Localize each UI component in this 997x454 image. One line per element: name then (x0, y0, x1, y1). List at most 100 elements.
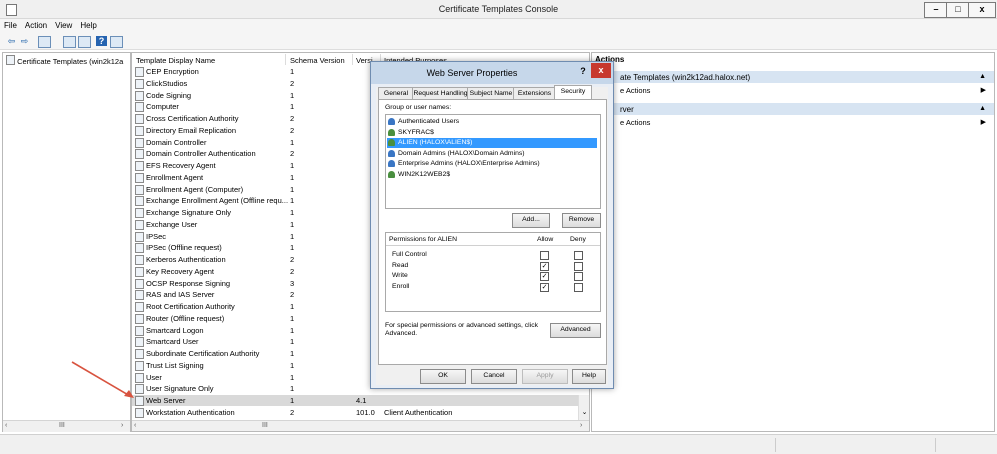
template-name: Enrollment Agent (Computer) (146, 184, 244, 194)
maximize-button[interactable]: □ (946, 2, 970, 18)
template-name: ClickStudios (146, 78, 188, 88)
template-name: OCSP Response Signing (146, 278, 231, 288)
group-list-item[interactable]: ALIEN (HALOX\ALIEN$) (387, 138, 597, 148)
add-button[interactable]: Add... (512, 213, 550, 228)
scroll-left-icon[interactable]: ‹ (134, 422, 136, 429)
back-icon[interactable]: ⇦ (6, 36, 17, 46)
scroll-thumb[interactable]: III (59, 422, 65, 429)
group-list-item[interactable]: SKYFRAC$ (387, 128, 597, 138)
permissions-label: Permissions for ALIEN (389, 236, 457, 243)
allow-checkbox[interactable]: ✓ (540, 261, 549, 271)
deny-checkbox[interactable] (574, 282, 583, 292)
template-name: User (146, 372, 162, 382)
column-header-name[interactable]: Template Display Name (136, 56, 215, 65)
ok-button[interactable]: OK (420, 369, 466, 384)
help-icon[interactable]: ? (96, 36, 107, 46)
template-name: Exchange User (146, 219, 198, 229)
menu-action[interactable]: Action (21, 19, 51, 32)
template-icon (135, 407, 144, 418)
group-list-item[interactable]: Domain Admins (HALOX\Domain Admins) (387, 149, 597, 159)
group-name: ALIEN (HALOX\ALIEN$) (398, 139, 473, 146)
schema-version: 1 (290, 231, 295, 241)
menu-file[interactable]: File (0, 19, 21, 32)
template-icon (135, 172, 144, 183)
template-icon (135, 208, 144, 218)
tree-root[interactable]: Certificate Templates (win2k12a (6, 55, 123, 66)
template-name: Web Server (146, 396, 186, 405)
schema-version: 1 (290, 302, 295, 311)
schema-version: 1 (290, 184, 295, 194)
dialog-body: General Request Handling Subject Name Ex… (376, 85, 608, 385)
group-list-item[interactable]: WIN2K12WEB2$ (387, 170, 597, 180)
export-icon[interactable] (78, 36, 91, 48)
allow-checkbox[interactable]: ✓ (540, 282, 549, 292)
schema-version: 2 (290, 78, 295, 88)
collapse-icon[interactable]: ▲ (979, 105, 986, 112)
scroll-left-icon[interactable]: ‹ (5, 422, 7, 429)
schema-version: 2 (290, 266, 295, 276)
schema-version: 1 (290, 196, 295, 206)
dialog-close-button[interactable]: x (591, 63, 611, 78)
menu-view[interactable]: View (51, 19, 76, 32)
schema-version: 1 (290, 172, 295, 182)
deny-checkbox[interactable] (574, 261, 583, 271)
collapse-icon[interactable]: ▲ (979, 73, 986, 80)
list-scrollbar[interactable]: ‹ III › (132, 420, 589, 431)
template-icon (135, 302, 144, 312)
scroll-thumb[interactable]: III (262, 422, 268, 429)
remove-button[interactable]: Remove (562, 213, 601, 228)
forward-icon[interactable]: ⇨ (19, 36, 30, 46)
template-icon (135, 184, 144, 195)
show-hide-icon[interactable] (110, 36, 123, 48)
menu-help[interactable]: Help (76, 19, 100, 32)
template-name: Domain Controller (146, 137, 207, 147)
properties-icon[interactable] (63, 36, 76, 48)
scroll-right-icon[interactable]: › (121, 422, 123, 429)
actions-section-webserver[interactable]: rver ▲ (592, 103, 994, 115)
schema-version: 1 (290, 396, 295, 405)
schema-version: 2 (290, 290, 295, 300)
dialog-help-bottom-button[interactable]: Help (572, 369, 606, 384)
expand-right-icon: ▶ (980, 87, 986, 94)
template-icon (135, 243, 144, 254)
group-list-item[interactable]: Authenticated Users (387, 117, 597, 127)
schema-version: 1 (290, 325, 295, 335)
dialog-help-button[interactable]: ? (575, 64, 591, 78)
tree-scrollbar[interactable]: ‹ III › (3, 420, 130, 432)
schema-version: 1 (290, 161, 295, 170)
template-icon (6, 55, 15, 65)
user-icon (388, 170, 395, 178)
scroll-right-icon[interactable]: › (580, 422, 582, 429)
actions-pane: Actions ate Templates (win2k12ad.halox.n… (591, 52, 995, 432)
column-divider[interactable] (285, 54, 286, 65)
group-list-item[interactable]: Enterprise Admins (HALOX\Enterprise Admi… (387, 159, 597, 169)
advanced-button[interactable]: Advanced (550, 323, 601, 338)
schema-version: 1 (290, 67, 295, 76)
more-actions-item[interactable]: e Actions ▶ (592, 117, 994, 128)
column-header-schema[interactable]: Schema Version (290, 56, 345, 65)
more-actions-item[interactable]: e Actions ▶ (592, 85, 994, 96)
template-icon (135, 149, 144, 160)
table-row[interactable]: Web Server 1 4.1 (132, 395, 589, 406)
dialog-title: Web Server Properties (426, 68, 518, 78)
cancel-button[interactable]: Cancel (471, 369, 517, 384)
deny-checkbox[interactable] (574, 251, 583, 260)
table-row[interactable]: Workstation Authentication 2 101.0 Client A… (132, 407, 589, 418)
allow-checkbox[interactable] (540, 251, 549, 260)
apply-button[interactable]: Apply (522, 369, 568, 384)
close-button[interactable]: x (968, 2, 996, 18)
allow-checkbox[interactable]: ✓ (540, 272, 549, 281)
template-icon (135, 161, 144, 171)
actions-section-templates[interactable]: ate Templates (win2k12ad.halox.net) ▲ (592, 71, 994, 83)
schema-version: 2 (290, 149, 295, 159)
template-name: Cross Certification Authority (146, 114, 239, 123)
list-vscroll[interactable]: ⌄ (578, 395, 589, 420)
template-icon (135, 137, 144, 148)
minimize-button[interactable]: – (924, 2, 948, 18)
console-tree-icon[interactable] (38, 36, 51, 48)
deny-checkbox[interactable] (574, 272, 583, 281)
column-divider[interactable] (352, 54, 353, 65)
schema-version: 3 (290, 278, 295, 288)
template-icon (135, 114, 144, 124)
template-icon (135, 290, 144, 301)
